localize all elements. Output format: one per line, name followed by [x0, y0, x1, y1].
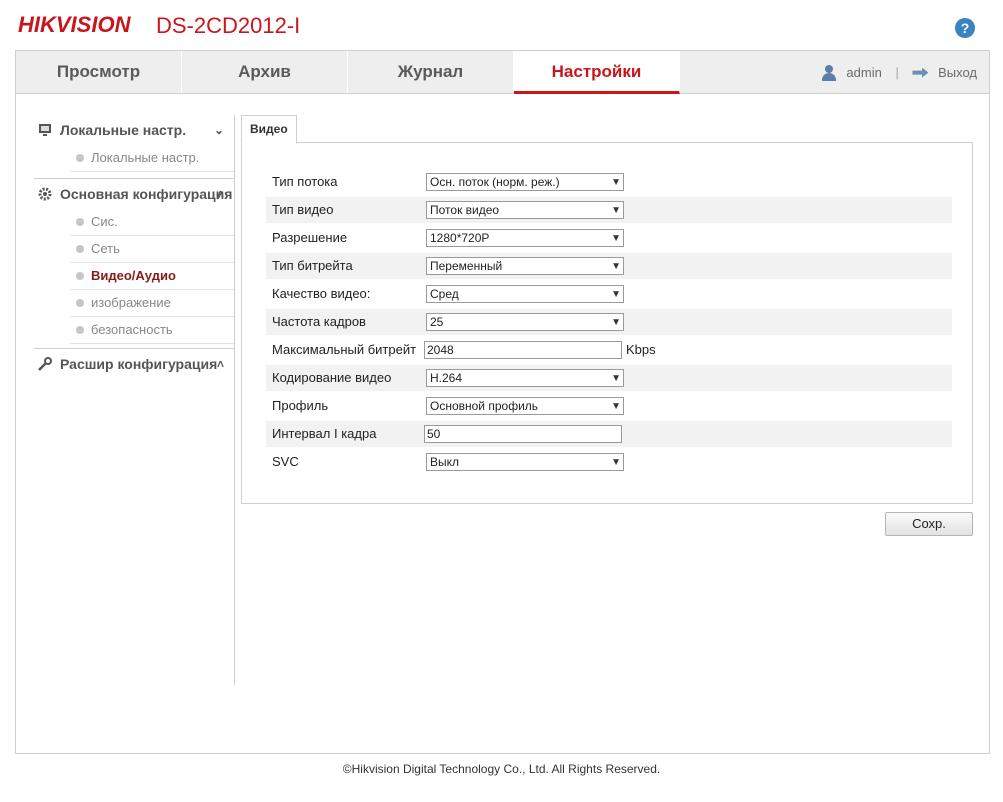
bullet-icon: [76, 326, 84, 334]
sidebar-item-label: Сеть: [91, 241, 120, 256]
svc-select[interactable]: Выкл ▼: [426, 453, 624, 471]
sidebar-item-label: Сис.: [91, 214, 118, 229]
sidebar-item-label: безопасность: [91, 322, 173, 337]
bullet-icon: [76, 272, 84, 280]
user-area: admin | Выход: [821, 51, 977, 93]
tab-configuration[interactable]: Настройки: [514, 51, 680, 94]
bullet-icon: [76, 154, 84, 162]
field-label: Интервал I кадра: [272, 426, 377, 441]
sidebar-section-label: Локальные настр.: [60, 122, 187, 138]
chevron-down-icon: ▼: [611, 205, 621, 216]
video-type-select[interactable]: Поток видео ▼: [426, 201, 624, 219]
chevron-up-icon[interactable]: ˄: [217, 179, 224, 209]
field-video-type: Тип видео Поток видео ▼: [266, 197, 952, 223]
field-label: SVC: [272, 454, 299, 469]
user-separator: |: [895, 64, 899, 80]
profile-select[interactable]: Основной профиль ▼: [426, 397, 624, 415]
footer-copyright: ©Hikvision Digital Technology Co., Ltd. …: [342, 762, 661, 776]
frame-rate-select[interactable]: 25 ▼: [426, 313, 624, 331]
i-frame-interval-input[interactable]: 50: [424, 425, 622, 443]
chevron-down-icon: ▼: [611, 457, 621, 468]
field-label: Частота кадров: [272, 314, 366, 329]
field-label: Разрешение: [272, 230, 348, 245]
hikvision-logo: HIKVISION: [18, 12, 131, 37]
bitrate-type-select[interactable]: Переменный ▼: [426, 257, 624, 275]
bullet-icon: [76, 245, 84, 253]
field-label: Кодирование видео: [272, 370, 392, 385]
bullet-icon: [76, 299, 84, 307]
content-area: Локальные настр. ⌄ Локальные настр. Осно…: [15, 93, 990, 754]
sidebar-item-image[interactable]: изображение: [70, 290, 234, 317]
device-model: DS-2CD2012-I: [156, 13, 301, 38]
user-icon: [821, 64, 837, 81]
tab-playback[interactable]: Архив: [182, 51, 348, 93]
field-i-frame-interval: Интервал I кадра 50: [266, 421, 952, 447]
field-stream-type: Тип потока Осн. поток (норм. реж.) ▼: [266, 169, 952, 195]
sidebar-section-label: Расшир конфигурация: [60, 356, 218, 372]
bullet-icon: [76, 218, 84, 226]
chevron-down-icon: ▼: [611, 177, 621, 188]
wrench-icon: [38, 357, 52, 371]
video-settings-panel: Тип потока Осн. поток (норм. реж.) ▼ Тип …: [241, 142, 973, 504]
max-bitrate-input[interactable]: 2048: [424, 341, 622, 359]
resolution-select[interactable]: 1280*720P ▼: [426, 229, 624, 247]
field-bitrate-type: Тип битрейта Переменный ▼: [266, 253, 952, 279]
field-label: Максимальный битрейт: [272, 342, 417, 357]
chevron-up-icon[interactable]: ˄: [217, 349, 224, 379]
chevron-down-icon: ▼: [611, 289, 621, 300]
tab-live-view[interactable]: Просмотр: [16, 51, 182, 93]
field-label: Тип видео: [272, 202, 334, 217]
sidebar-section-advanced[interactable]: Расшир конфигурация ˄: [34, 349, 234, 379]
chevron-down-icon: ▼: [611, 261, 621, 272]
sidebar-item-label: Локальные настр.: [91, 150, 200, 165]
sidebar-item-label: Видео/Аудио: [91, 268, 176, 283]
chevron-down-icon: ▼: [611, 233, 621, 244]
logout-link[interactable]: Выход: [938, 52, 977, 94]
field-label: Тип потока: [272, 174, 338, 189]
field-video-encoding: Кодирование видео H.264 ▼: [266, 365, 952, 391]
field-label: Тип битрейта: [272, 258, 353, 273]
sidebar-item-label: изображение: [91, 295, 171, 310]
field-label: Профиль: [272, 398, 329, 413]
sidebar: Локальные настр. ⌄ Локальные настр. Осно…: [34, 115, 235, 685]
sidebar-item-video-audio[interactable]: Видео/Аудио: [70, 263, 234, 290]
main-navigation: Просмотр Архив Журнал Настройки admin | …: [15, 50, 990, 94]
sidebar-item-local-config[interactable]: Локальные настр.: [70, 145, 234, 172]
chevron-down-icon: ▼: [611, 317, 621, 328]
field-max-bitrate: Максимальный битрейт 2048 Kbps: [266, 337, 952, 363]
sidebar-item-security[interactable]: безопасность: [70, 317, 234, 344]
chevron-down-icon[interactable]: ⌄: [214, 115, 224, 145]
sidebar-section-label: Основная конфигурация: [60, 186, 233, 202]
username: admin: [846, 64, 882, 80]
save-button[interactable]: Сохр.: [885, 512, 973, 536]
stream-type-select[interactable]: Осн. поток (норм. реж.) ▼: [426, 173, 624, 191]
sidebar-item-system[interactable]: Сис.: [70, 209, 234, 236]
sidebar-section-local[interactable]: Локальные настр. ⌄: [34, 115, 234, 145]
chevron-down-icon: ▼: [611, 401, 621, 412]
field-resolution: Разрешение 1280*720P ▼: [266, 225, 952, 251]
field-frame-rate: Частота кадров 25 ▼: [266, 309, 952, 335]
chevron-down-icon: ▼: [611, 373, 621, 384]
video-quality-select[interactable]: Сред ▼: [426, 285, 624, 303]
logout-icon[interactable]: [912, 67, 929, 78]
sidebar-section-basic[interactable]: Основная конфигурация ˄: [34, 179, 234, 209]
divider: [34, 172, 234, 179]
monitor-icon: [39, 124, 51, 136]
bitrate-unit: Kbps: [626, 342, 656, 357]
help-icon[interactable]: ?: [955, 18, 975, 38]
field-profile: Профиль Основной профиль ▼: [266, 393, 952, 419]
gear-icon: [38, 187, 52, 201]
field-label: Качество видео:: [272, 286, 371, 301]
field-svc: SVC Выкл ▼: [266, 449, 952, 475]
video-encoding-select[interactable]: H.264 ▼: [426, 369, 624, 387]
field-video-quality: Качество видео: Сред ▼: [266, 281, 952, 307]
tab-log[interactable]: Журнал: [348, 51, 514, 93]
sidebar-item-network[interactable]: Сеть: [70, 236, 234, 263]
tab-video[interactable]: Видео: [241, 115, 297, 144]
